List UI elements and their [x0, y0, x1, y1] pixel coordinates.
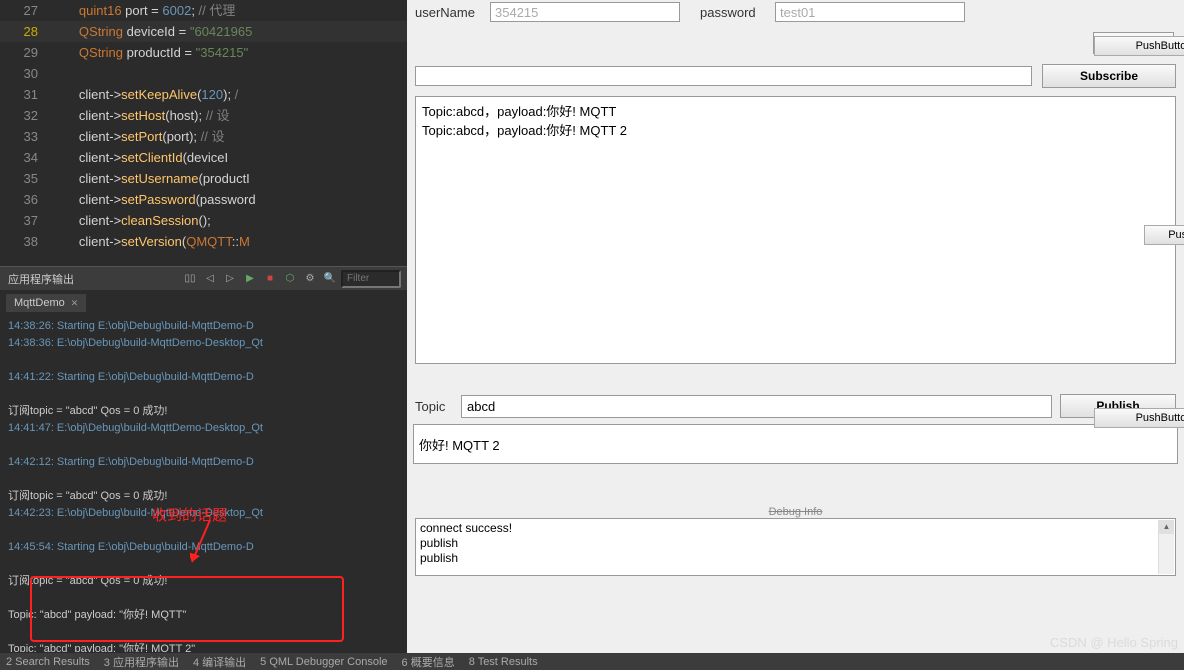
topic-input[interactable]: [461, 395, 1052, 418]
message-display: Topic:abcd，payload:你好! MQTTTopic:abcd，pa…: [415, 96, 1176, 364]
password-input[interactable]: [775, 2, 965, 22]
output-title: 应用程序输出: [0, 271, 181, 287]
back-icon[interactable]: ◁: [201, 270, 219, 288]
scrollbar[interactable]: ▲: [1158, 520, 1174, 574]
bottom-tab[interactable]: 6 概要信息: [402, 654, 455, 670]
filter-input[interactable]: [341, 270, 401, 288]
gear-icon[interactable]: ⚙: [301, 270, 319, 288]
bottom-tab[interactable]: 3 应用程序输出: [104, 654, 179, 670]
pushbutton-3[interactable]: PushButton: [1094, 408, 1184, 428]
pushbutton-1[interactable]: PushButton: [1094, 36, 1184, 56]
debug-header: Debug Info: [415, 506, 1176, 518]
topic-label: Topic: [415, 399, 453, 414]
bottom-tab[interactable]: 4 编译输出: [193, 654, 246, 670]
output-panel-header: 应用程序输出 ▯▯ ◁ ▷ ▶ ■ ⬡ ⚙ 🔍: [0, 266, 407, 290]
password-label: password: [700, 5, 765, 20]
close-icon[interactable]: ✕: [71, 298, 79, 309]
split-icon[interactable]: ▯▯: [181, 270, 199, 288]
pushbutton-2[interactable]: PushBut: [1144, 225, 1184, 245]
stop-icon[interactable]: ■: [261, 270, 279, 288]
payload-input[interactable]: [413, 424, 1178, 464]
bottom-tab[interactable]: 8 Test Results: [469, 656, 538, 668]
code-editor[interactable]: 27 quint16 port = 6002; // 代理28 QString …: [0, 0, 407, 266]
watermark: CSDN @ Hello Spring: [1050, 635, 1178, 650]
output-tab-label: MqttDemo: [14, 297, 65, 309]
received-highlight-box: [30, 576, 344, 642]
bottom-tab[interactable]: 2 Search Results: [6, 656, 90, 668]
forward-icon[interactable]: ▷: [221, 270, 239, 288]
subscribe-button[interactable]: Subscribe: [1042, 64, 1176, 88]
attach-icon[interactable]: ⬡: [281, 270, 299, 288]
bottom-tab-bar: 2 Search Results 3 应用程序输出 4 编译输出 5 QML Debu…: [0, 653, 1184, 670]
output-tab[interactable]: MqttDemo ✕: [6, 294, 86, 312]
username-label: userName: [415, 5, 480, 20]
subscribe-topic-input[interactable]: [415, 66, 1032, 86]
username-input[interactable]: [490, 2, 680, 22]
debug-output: connect success!publishpublish ▲: [415, 518, 1176, 576]
scroll-up-icon[interactable]: ▲: [1159, 520, 1174, 534]
search-icon: 🔍: [321, 270, 339, 288]
bottom-tab[interactable]: 5 QML Debugger Console: [260, 656, 387, 668]
run-icon[interactable]: ▶: [241, 270, 259, 288]
